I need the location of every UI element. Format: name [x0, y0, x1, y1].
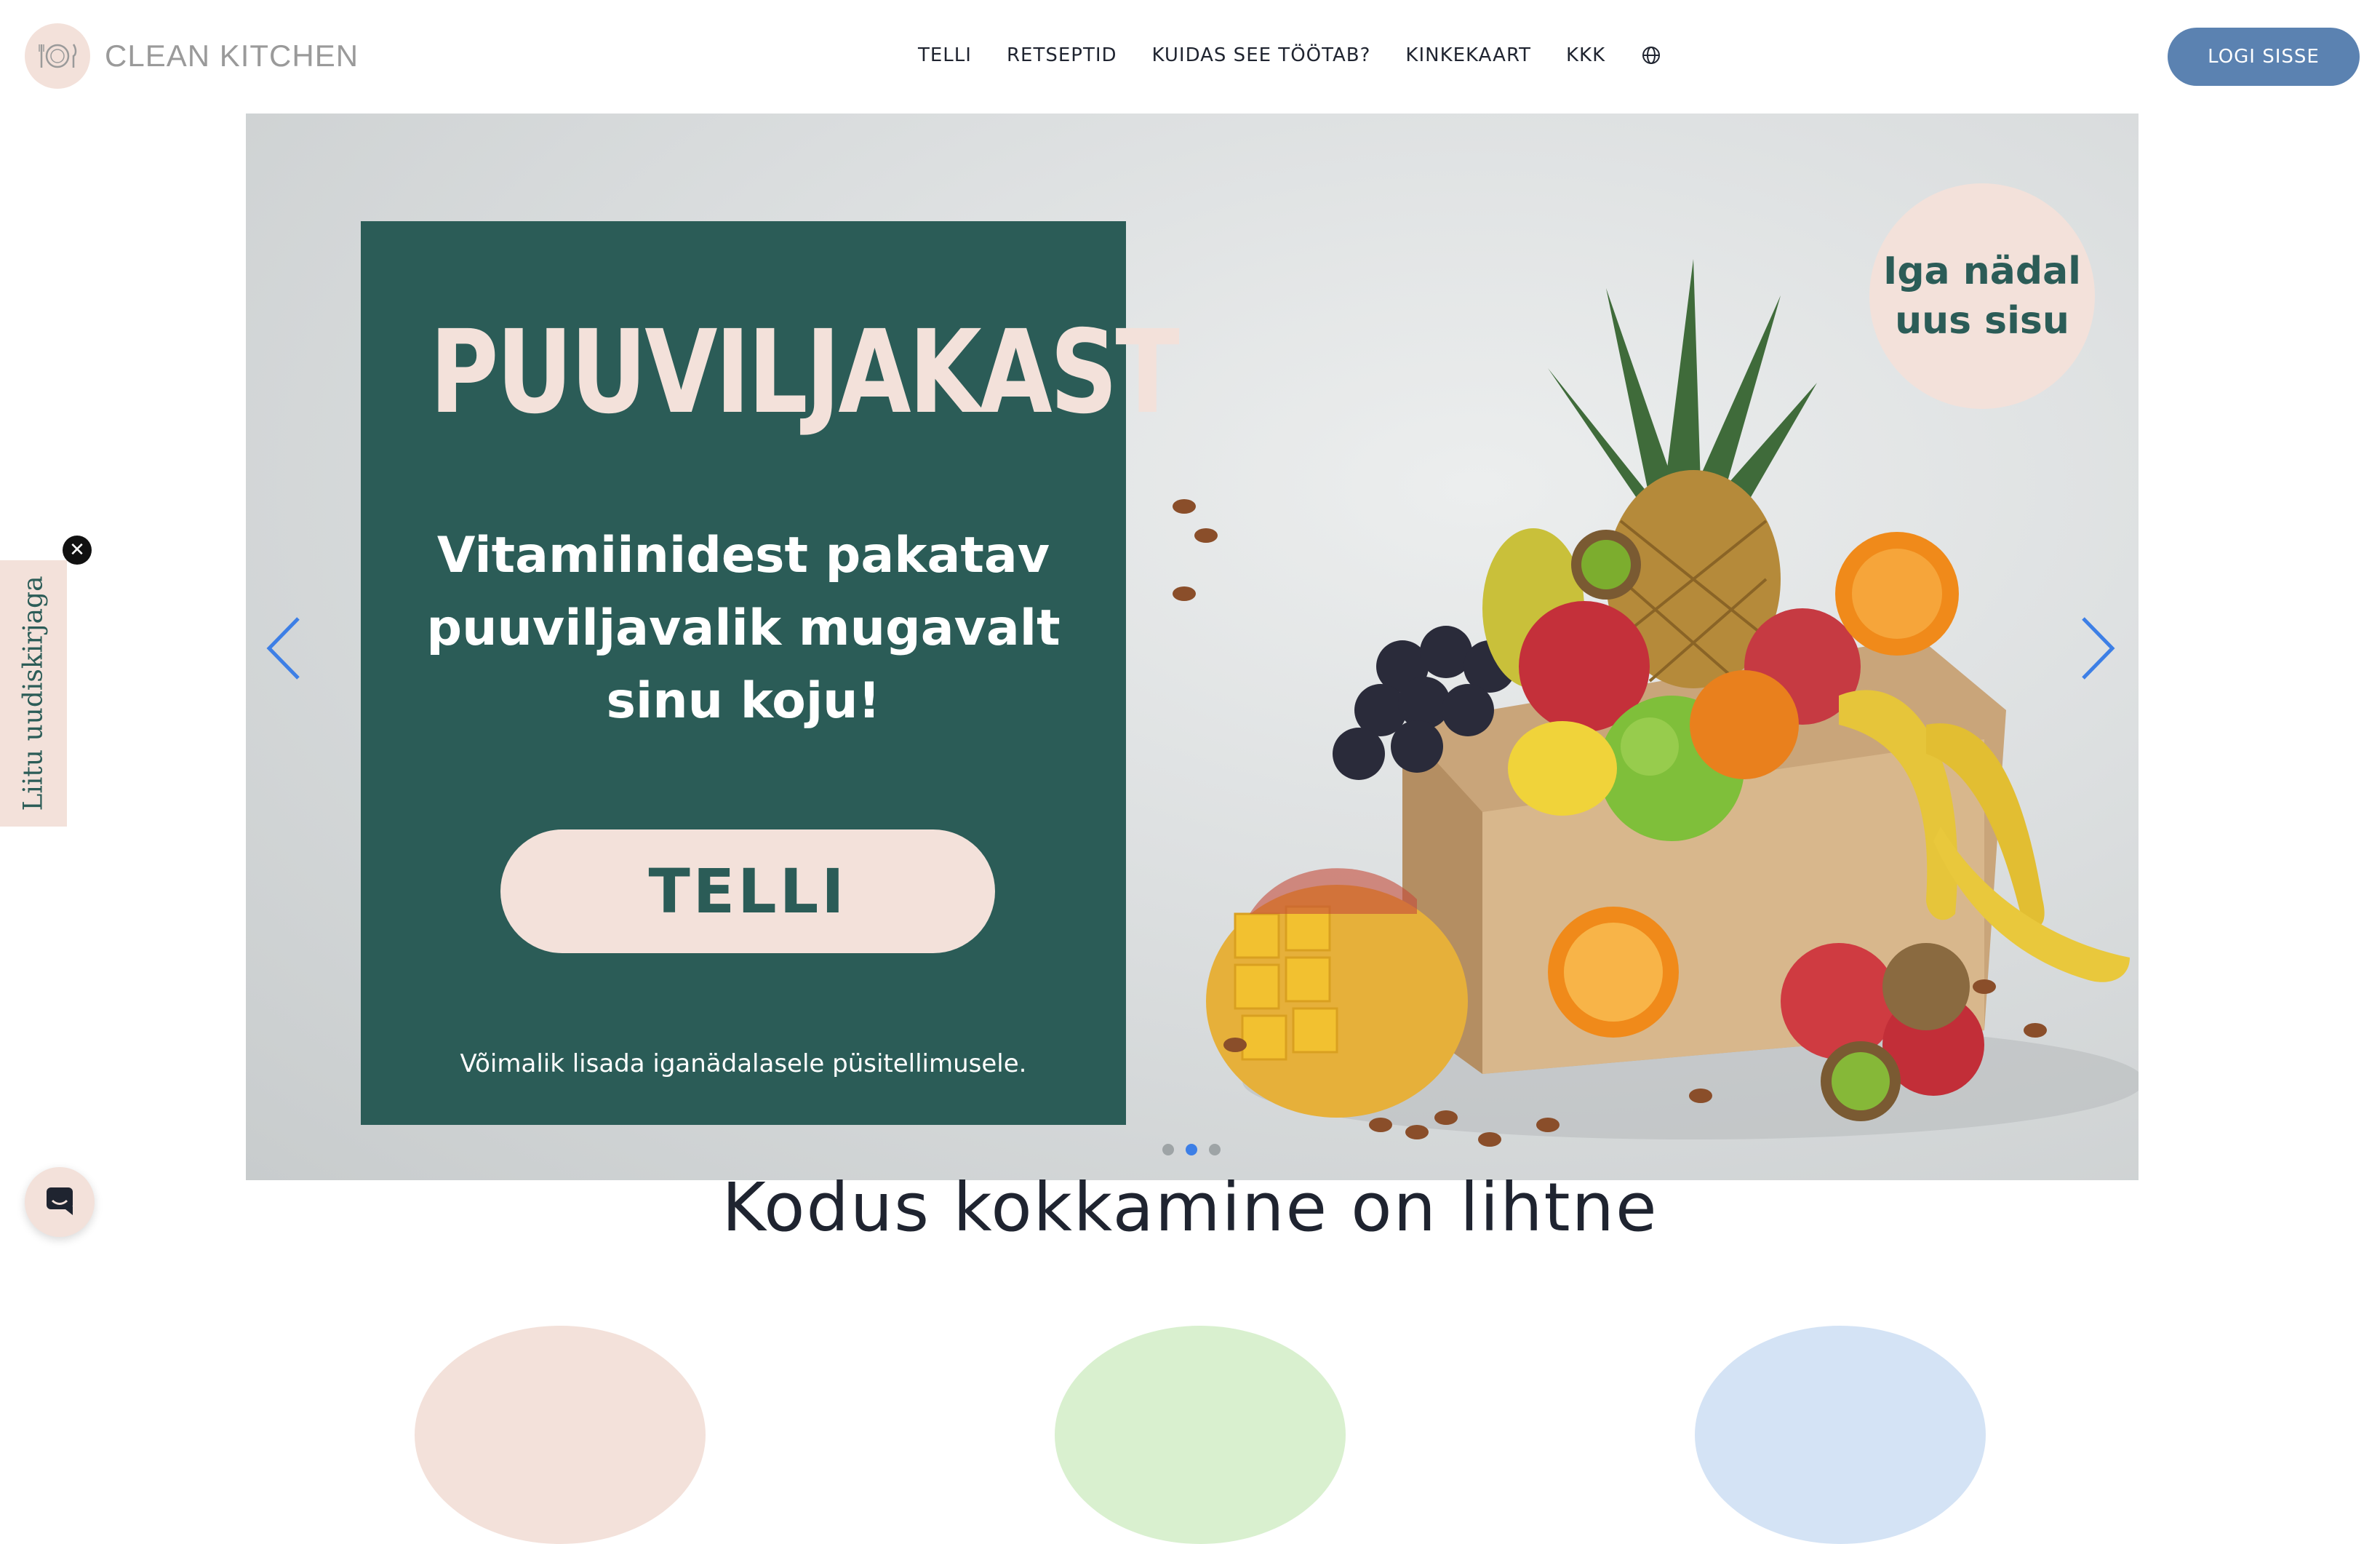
login-button[interactable]: LOGI SISSE: [2168, 28, 2360, 86]
plate-cutlery-icon: [25, 23, 90, 89]
hero-slider: PUUVILJAKAST Vitamiinidest pakatav puuvi…: [246, 114, 2139, 1180]
promo-panel: PUUVILJAKAST Vitamiinidest pakatav puuvi…: [361, 221, 1180, 1125]
weekly-badge: Iga nädal uus sisu: [1869, 183, 2095, 409]
brand-name: CLEAN KITCHEN: [105, 39, 359, 73]
newsletter-label: Liitu uudiskirjaga: [18, 576, 49, 811]
slider-dot-2[interactable]: [1186, 1144, 1197, 1155]
nav-item-kinkekaart[interactable]: KINKEKAART: [1405, 39, 1531, 71]
close-icon[interactable]: ✕: [63, 536, 92, 565]
badge-line-2: uus sisu: [1895, 299, 2069, 343]
nav-item-kkk[interactable]: KKK: [1566, 39, 1605, 71]
nav-item-kuidas-see-tootab[interactable]: KUIDAS SEE TÖÖTAB?: [1152, 39, 1371, 71]
feature-circle-3: [1695, 1326, 1986, 1544]
nav-item-telli[interactable]: TELLI: [918, 39, 972, 71]
badge-line-1: Iga nädal: [1882, 250, 2081, 293]
globe-icon[interactable]: [1640, 44, 1662, 66]
chevron-left-icon[interactable]: [259, 608, 310, 688]
chevron-right-icon[interactable]: [2072, 608, 2123, 688]
feature-circle-1: [415, 1326, 706, 1544]
promo-note: Võimalik lisada iganädalasele püsitellim…: [460, 1049, 1027, 1078]
section-title: Kodus kokkamine on lihtne: [722, 1169, 1658, 1246]
promo-order-button[interactable]: TELLI: [500, 829, 995, 953]
nav-item-retseptid[interactable]: RETSEPTID: [1007, 39, 1117, 71]
slider-dot-1[interactable]: [1162, 1144, 1174, 1155]
main-nav: TELLI RETSEPTID KUIDAS SEE TÖÖTAB? KINKE…: [918, 39, 1662, 71]
slider-dots: [1162, 1144, 1232, 1155]
promo-subtitle: Vitamiinidest pakatav puuviljavalik muga…: [426, 527, 1061, 730]
brand-logo[interactable]: CLEAN KITCHEN: [25, 23, 359, 89]
feature-circle-2: [1055, 1326, 1346, 1544]
promo-title: PUUVILJAKAST: [429, 306, 1180, 439]
newsletter-tab[interactable]: Liitu uudiskirjaga: [0, 560, 67, 827]
site-header: CLEAN KITCHEN TELLI RETSEPTID KUIDAS SEE…: [0, 0, 2380, 114]
slider-dot-3[interactable]: [1209, 1144, 1221, 1155]
